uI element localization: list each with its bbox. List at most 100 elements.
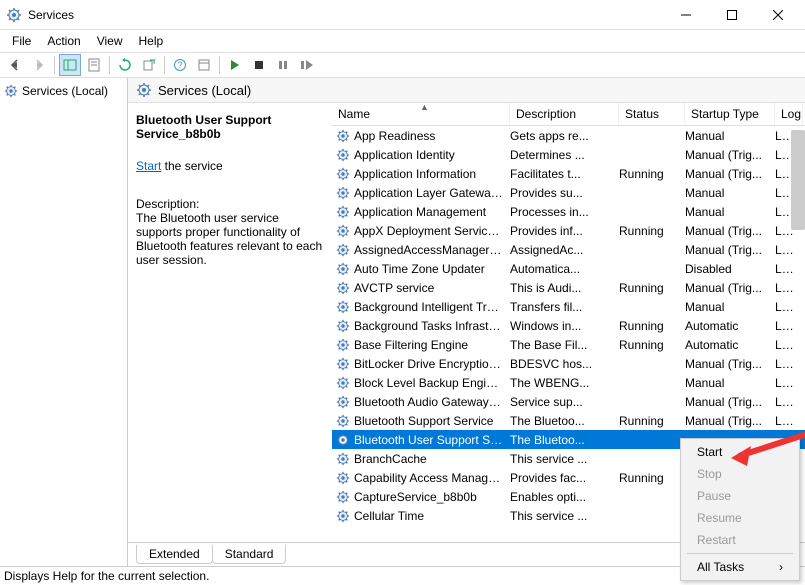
- service-name: AVCTP service: [354, 281, 510, 295]
- service-name: CaptureService_b8b0b: [354, 490, 510, 504]
- tab-standard[interactable]: Standard: [212, 545, 287, 564]
- gear-icon: [336, 262, 350, 276]
- service-description: Determines ...: [510, 148, 619, 162]
- start-link[interactable]: Start: [136, 159, 161, 173]
- service-row[interactable]: AVCTP serviceThis is Audi...RunningManua…: [332, 278, 805, 297]
- service-startup: Manual: [685, 129, 775, 143]
- column-status[interactable]: Status: [619, 103, 685, 125]
- service-startup: Manual: [685, 376, 775, 390]
- annotation-arrow: [729, 432, 805, 472]
- service-row[interactable]: Application IdentityDetermines ...Manual…: [332, 145, 805, 164]
- service-startup: Manual: [685, 300, 775, 314]
- menu-help[interactable]: Help: [131, 32, 172, 50]
- service-name: Bluetooth Audio Gateway S...: [354, 395, 510, 409]
- list-header: ▲ Name Description Status Startup Type L…: [332, 103, 805, 126]
- ctx-all-tasks[interactable]: All Tasks: [683, 556, 797, 578]
- service-description: Windows in...: [510, 319, 619, 333]
- service-row[interactable]: Background Intelligent Tran...Transfers …: [332, 297, 805, 316]
- titlebar: Services: [0, 0, 805, 30]
- stop-service-button[interactable]: [248, 54, 270, 76]
- service-row[interactable]: Background Tasks Infrastruc...Windows in…: [332, 316, 805, 335]
- pause-service-button[interactable]: [272, 54, 294, 76]
- ctx-pause: Pause: [683, 485, 797, 507]
- ctx-restart: Restart: [683, 529, 797, 551]
- service-description: Provides su...: [510, 186, 619, 200]
- column-logon[interactable]: Log: [775, 103, 803, 125]
- gear-icon: [336, 243, 350, 257]
- service-description: This service ...: [510, 452, 619, 466]
- service-description: Gets apps re...: [510, 129, 619, 143]
- start-link-rest: the service: [161, 159, 222, 173]
- column-startup[interactable]: Startup Type: [685, 103, 775, 125]
- service-row[interactable]: Base Filtering EngineThe Base Fil...Runn…: [332, 335, 805, 354]
- service-row[interactable]: Application InformationFacilitates t...R…: [332, 164, 805, 183]
- service-startup: Manual: [685, 186, 775, 200]
- show-hide-console-tree-button[interactable]: [59, 54, 81, 76]
- service-startup: Automatic: [685, 319, 775, 333]
- menu-action[interactable]: Action: [39, 32, 88, 50]
- service-name: BranchCache: [354, 452, 510, 466]
- service-status: Running: [619, 281, 685, 295]
- service-startup: Manual (Trig...: [685, 167, 775, 181]
- gear-icon: [336, 129, 350, 143]
- service-startup: Manual (Trig...: [685, 357, 775, 371]
- menu-view[interactable]: View: [89, 32, 131, 50]
- start-service-button[interactable]: [224, 54, 246, 76]
- column-description[interactable]: Description: [510, 103, 619, 125]
- ctx-resume: Resume: [683, 507, 797, 529]
- view-button[interactable]: [193, 54, 215, 76]
- service-logon: Loca: [775, 414, 803, 428]
- service-logon: Loca: [775, 319, 803, 333]
- service-row[interactable]: BitLocker Drive Encryption ...BDESVC hos…: [332, 354, 805, 373]
- service-name: App Readiness: [354, 129, 510, 143]
- gear-icon: [336, 509, 350, 523]
- service-logon: Loca: [775, 281, 803, 295]
- back-button[interactable]: [4, 54, 26, 76]
- service-startup: Manual (Trig...: [685, 414, 775, 428]
- service-description: Facilitates t...: [510, 167, 619, 181]
- service-row[interactable]: Bluetooth Support ServiceThe Bluetoo...R…: [332, 411, 805, 430]
- content-header: Services (Local): [128, 78, 805, 103]
- restart-service-button[interactable]: [296, 54, 318, 76]
- export-list-button[interactable]: [138, 54, 160, 76]
- service-status: Running: [619, 319, 685, 333]
- service-row[interactable]: AssignedAccessManager Se...AssignedAc...…: [332, 240, 805, 259]
- service-row[interactable]: AppX Deployment Service (...Provides inf…: [332, 221, 805, 240]
- tree-item-services-local[interactable]: Services (Local): [0, 82, 127, 100]
- forward-button[interactable]: [28, 54, 50, 76]
- gear-icon: [336, 319, 350, 333]
- service-logon: Loca: [775, 395, 803, 409]
- svg-text:?: ?: [177, 60, 182, 70]
- service-row[interactable]: Application Layer Gateway ...Provides su…: [332, 183, 805, 202]
- maximize-button[interactable]: [709, 0, 755, 30]
- gear-icon: [336, 395, 350, 409]
- service-row[interactable]: Bluetooth Audio Gateway S...Service sup.…: [332, 392, 805, 411]
- service-name: Bluetooth User Support Ser...: [354, 433, 510, 447]
- gear-icon: [336, 357, 350, 371]
- service-description: The Bluetoo...: [510, 433, 619, 447]
- service-row[interactable]: App ReadinessGets apps re...ManualLoca: [332, 126, 805, 145]
- service-row[interactable]: Application ManagementProcesses in...Man…: [332, 202, 805, 221]
- service-startup: Manual (Trig...: [685, 224, 775, 238]
- gear-icon: [336, 281, 350, 295]
- refresh-button[interactable]: [114, 54, 136, 76]
- service-description: This is Audi...: [510, 281, 619, 295]
- tab-extended[interactable]: Extended: [136, 545, 213, 564]
- service-description: Enables opti...: [510, 490, 619, 504]
- service-row[interactable]: Block Level Backup Engine ...The WBENG..…: [332, 373, 805, 392]
- service-name: Bluetooth Support Service: [354, 414, 510, 428]
- close-button[interactable]: [755, 0, 801, 30]
- menubar: File Action View Help: [0, 30, 805, 52]
- service-name: Application Information: [354, 167, 510, 181]
- service-logon: Loca: [775, 243, 803, 257]
- service-description: The Bluetoo...: [510, 414, 619, 428]
- vertical-scrollbar[interactable]: [791, 130, 805, 230]
- help-button[interactable]: ?: [169, 54, 191, 76]
- properties-button[interactable]: [83, 54, 105, 76]
- menu-file[interactable]: File: [4, 32, 39, 50]
- service-startup: Manual (Trig...: [685, 395, 775, 409]
- service-description: Provides fac...: [510, 471, 619, 485]
- service-row[interactable]: Auto Time Zone UpdaterAutomatica...Disab…: [332, 259, 805, 278]
- service-description: BDESVC hos...: [510, 357, 619, 371]
- minimize-button[interactable]: [663, 0, 709, 30]
